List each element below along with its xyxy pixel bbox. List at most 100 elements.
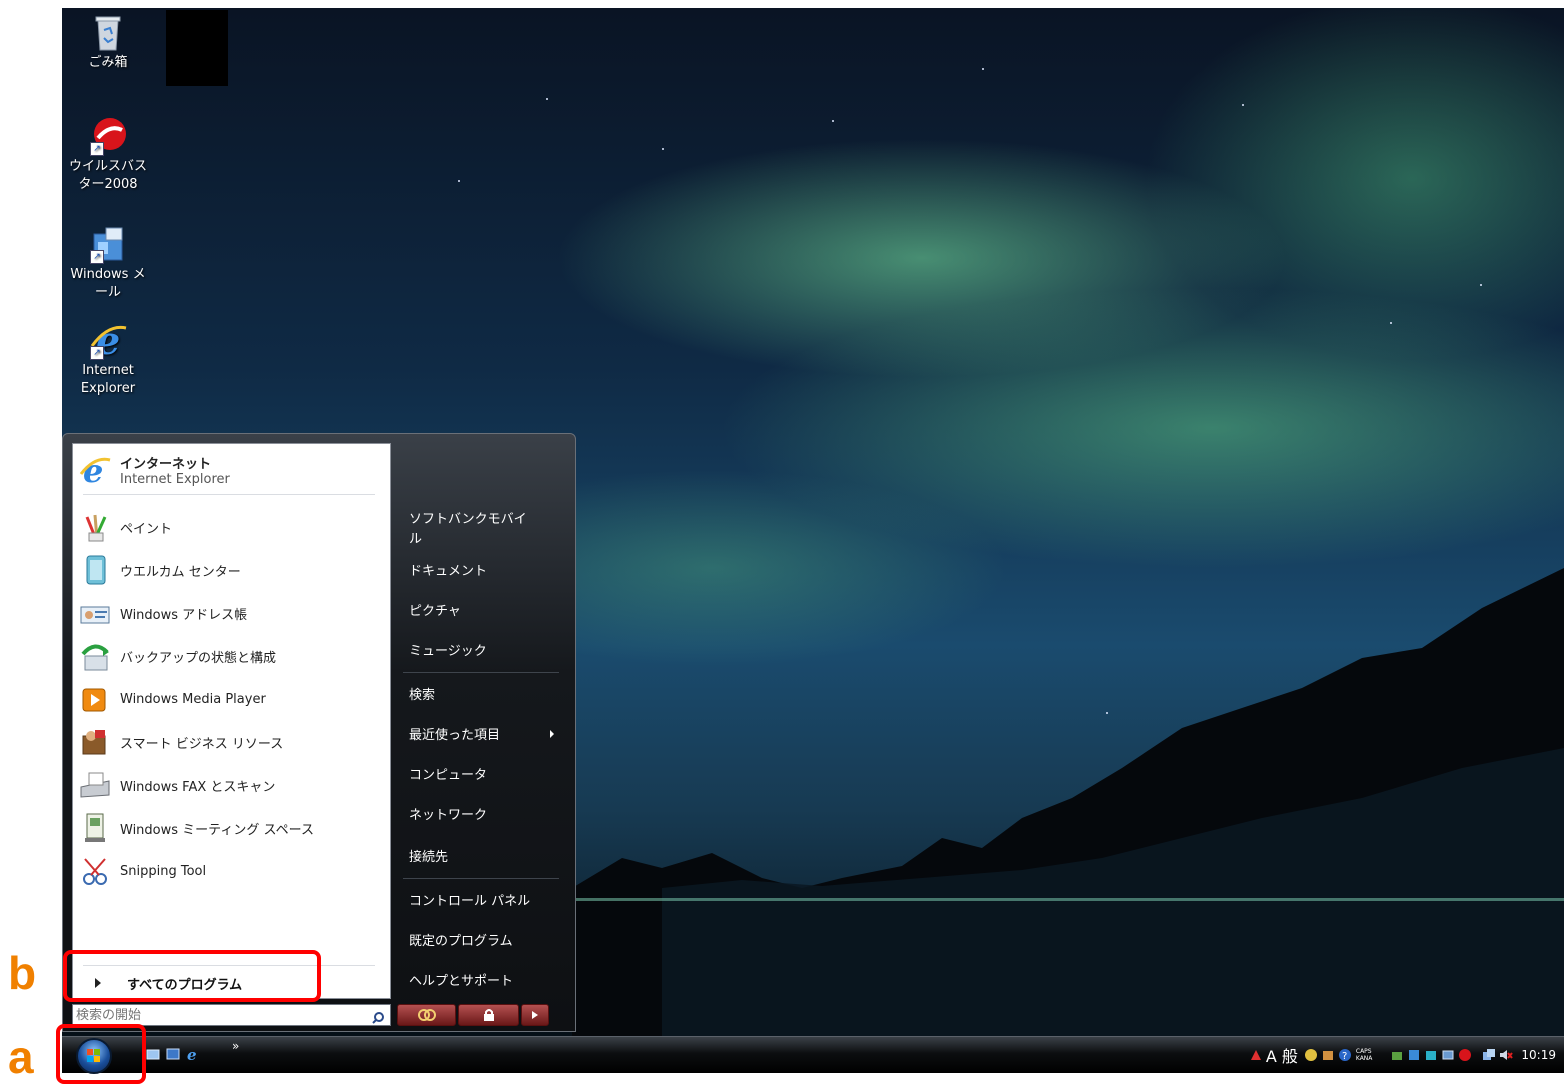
places-item-control-panel[interactable]: コントロール パネル [409,890,530,909]
start-menu-programs-pane: e インターネット Internet Explorer ペイント ウエルカム セ… [72,443,391,999]
internet-explorer-icon: e ↗ [88,318,128,363]
menu-item-label: ペイント [120,521,173,537]
alert-icon[interactable] [1249,1048,1263,1062]
fax-scan-icon [79,769,111,801]
places-item-documents[interactable]: ドキュメント [409,560,487,579]
menu-item-welcome-center[interactable]: ウエルカム センター [79,551,379,589]
annotation-box-b [63,950,321,1002]
recycle-bin-icon [88,12,128,52]
annotation-label-a: a [8,1031,34,1083]
start-search-input[interactable] [73,1007,356,1023]
windows-mail-icon: ↗ [88,224,128,264]
menu-item-label: Snipping Tool [120,863,207,879]
media-player-icon [79,683,111,715]
menu-item-meeting-space[interactable]: Windows ミーティング スペース [79,809,379,847]
meeting-space-icon [79,812,111,844]
black-overlay-rectangle [166,10,228,86]
pinned-item-subtitle: Internet Explorer [120,472,230,487]
places-item-computer[interactable]: コンピュータ [409,764,487,783]
menu-item-paint[interactable]: ペイント [79,508,379,546]
virusbuster-icon: ↗ [88,116,128,156]
desktop-icon-label: ごみ箱 [88,55,128,70]
monitor-icon[interactable] [1441,1048,1455,1062]
menu-item-label: Windows FAX とスキャン [120,779,276,795]
desktop-icon-virusbuster[interactable]: ↗ ウイルスバス ター2008 [62,116,154,194]
menu-item-fax-scan[interactable]: Windows FAX とスキャン [79,766,379,804]
menu-item-label: Windows Media Player [120,691,266,707]
desktop-icon-label: Internet Explorer [80,363,136,396]
annotation-label-b: b [8,947,37,999]
divider [403,672,559,673]
desktop-icon-windows-mail[interactable]: ↗ Windows メ ール [62,224,154,302]
welcome-center-icon [79,554,111,586]
menu-item-label: Windows ミーティング スペース [120,822,314,838]
menu-item-backup[interactable]: バックアップの状態と構成 [79,637,379,675]
quicklaunch-more-button[interactable]: » [232,1039,239,1053]
paint-icon [79,511,111,543]
volume-muted-icon[interactable] [1499,1048,1514,1062]
menu-item-label: ウエルカム センター [120,564,241,580]
snipping-tool-icon [79,855,111,887]
address-book-icon [79,597,111,629]
search-icon[interactable] [372,1009,384,1024]
divider [403,878,559,879]
shortcut-arrow-icon: ↗ [90,250,104,264]
places-item-pictures[interactable]: ピクチャ [409,600,461,619]
menu-item-snipping-tool[interactable]: Snipping Tool [79,852,379,890]
desktop-icon-recycle-bin[interactable]: ごみ箱 [62,12,154,72]
start-menu: e インターネット Internet Explorer ペイント ウエルカム セ… [62,433,576,1032]
svg-text:e: e [187,1047,197,1061]
menu-item-label: スマート ビジネス リソース [120,736,284,752]
power-icon [417,1009,436,1021]
places-item-connect-to[interactable]: 接続先 [409,846,448,865]
places-item-help-support[interactable]: ヘルプとサポート [409,970,513,989]
start-search-box[interactable] [72,1004,391,1026]
network-icon[interactable] [1390,1048,1404,1062]
power-buttons [397,1004,549,1026]
menu-item-address-book[interactable]: Windows アドレス帳 [79,594,379,632]
desktop-icon-internet-explorer[interactable]: e ↗ Internet Explorer [62,318,154,398]
menu-item-label: Windows アドレス帳 [120,607,248,623]
menu-item-business-resource[interactable]: スマート ビジネス リソース [79,723,379,761]
shortcut-arrow-icon: ↗ [90,142,104,156]
places-item-music[interactable]: ミュージック [409,640,487,659]
internet-explorer-icon[interactable]: e [186,1047,200,1061]
security-icon[interactable] [1407,1048,1421,1062]
ime-mode-indicator[interactable]: A 般 [1266,1043,1298,1067]
backup-icon [79,640,111,672]
taskbar: e » A 般 ? CAPS KANA 10:19 [62,1036,1564,1074]
connection-icon[interactable] [1482,1048,1496,1062]
power-button[interactable] [397,1004,457,1026]
places-item-default-programs[interactable]: 既定のプログラム [409,930,513,949]
business-resource-icon [79,726,111,758]
annotation-box-a [56,1024,146,1084]
show-desktop-icon[interactable] [146,1047,160,1061]
places-item-network[interactable]: ネットワーク [409,804,487,823]
places-item-search[interactable]: 検索 [409,684,435,703]
lock-button[interactable] [458,1004,520,1026]
desktop-icon-label: Windows メ ール [70,267,146,300]
shortcut-arrow-icon: ↗ [90,346,104,360]
desktop-icon-label: ウイルスバス ター2008 [68,159,147,192]
places-item-softbank[interactable]: ソフトバンクモバイ ル [409,510,527,550]
pinned-item-title: インターネット [120,457,212,472]
lock-icon [483,1009,494,1021]
menu-item-media-player[interactable]: Windows Media Player [79,680,379,718]
triangle-right-icon [532,1011,539,1019]
menu-item-label: バックアップの状態と構成 [120,650,277,666]
notification-area: A 般 ? CAPS KANA 10:19 [1246,1037,1564,1073]
ime-pad-icon[interactable] [1304,1048,1318,1062]
submenu-arrow-icon [550,730,554,738]
ime-dictionary-icon[interactable] [1321,1048,1335,1062]
sync-icon[interactable] [1424,1048,1438,1062]
switch-windows-icon[interactable] [166,1047,180,1061]
internet-explorer-icon: e [79,452,111,490]
shutdown-options-button[interactable] [521,1004,549,1026]
caps-kana-indicator[interactable]: CAPS KANA [1356,1048,1373,1062]
virusbuster-tray-icon[interactable] [1458,1048,1472,1062]
svg-text:?: ? [1342,1051,1347,1062]
pinned-internet-explorer[interactable]: e インターネット Internet Explorer [79,450,379,490]
help-icon[interactable]: ? [1338,1048,1352,1062]
places-item-recent[interactable]: 最近使った項目 [409,724,500,743]
clock[interactable]: 10:19 [1521,1048,1556,1062]
